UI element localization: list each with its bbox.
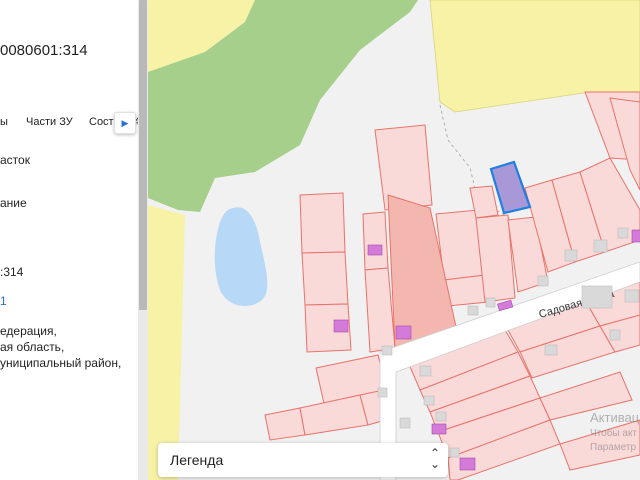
- info-line-address-region: ая область,: [0, 340, 65, 354]
- activation-watermark-line2: Параметр: [590, 442, 637, 453]
- panel-scrollbar[interactable]: [138, 0, 148, 480]
- info-line-address-country: едерация,: [0, 324, 57, 338]
- tab-overview[interactable]: ы: [0, 116, 8, 128]
- tab-parts[interactable]: Части ЗУ: [26, 116, 73, 128]
- cadastral-map[interactable]: Садовая улица: [148, 0, 640, 480]
- info-line-link[interactable]: 1: [0, 294, 7, 308]
- chevron-right-icon: ▶: [121, 117, 129, 128]
- info-panel: 0080601:314 ы Части ЗУ Соста 4 ▶ асток а…: [0, 0, 138, 480]
- activation-watermark-line1: Чтобы акт: [590, 428, 638, 439]
- legend-dropdown[interactable]: Легенда ⌃ ⌄: [158, 443, 448, 477]
- info-line-number: :314: [0, 265, 24, 279]
- info-line-address-district: униципальный район,: [0, 356, 122, 370]
- info-line-type: асток: [0, 153, 30, 167]
- chevron-updown-icon: ⌃ ⌄: [429, 446, 440, 471]
- activation-watermark-title: Активац: [590, 410, 640, 425]
- info-line-purpose: ание: [0, 196, 27, 210]
- tabs-next-button[interactable]: ▶: [114, 112, 136, 134]
- scrollbar-thumb[interactable]: [139, 0, 147, 310]
- legend-label: Легенда: [170, 452, 224, 468]
- cadastral-number: 0080601:314: [0, 42, 88, 59]
